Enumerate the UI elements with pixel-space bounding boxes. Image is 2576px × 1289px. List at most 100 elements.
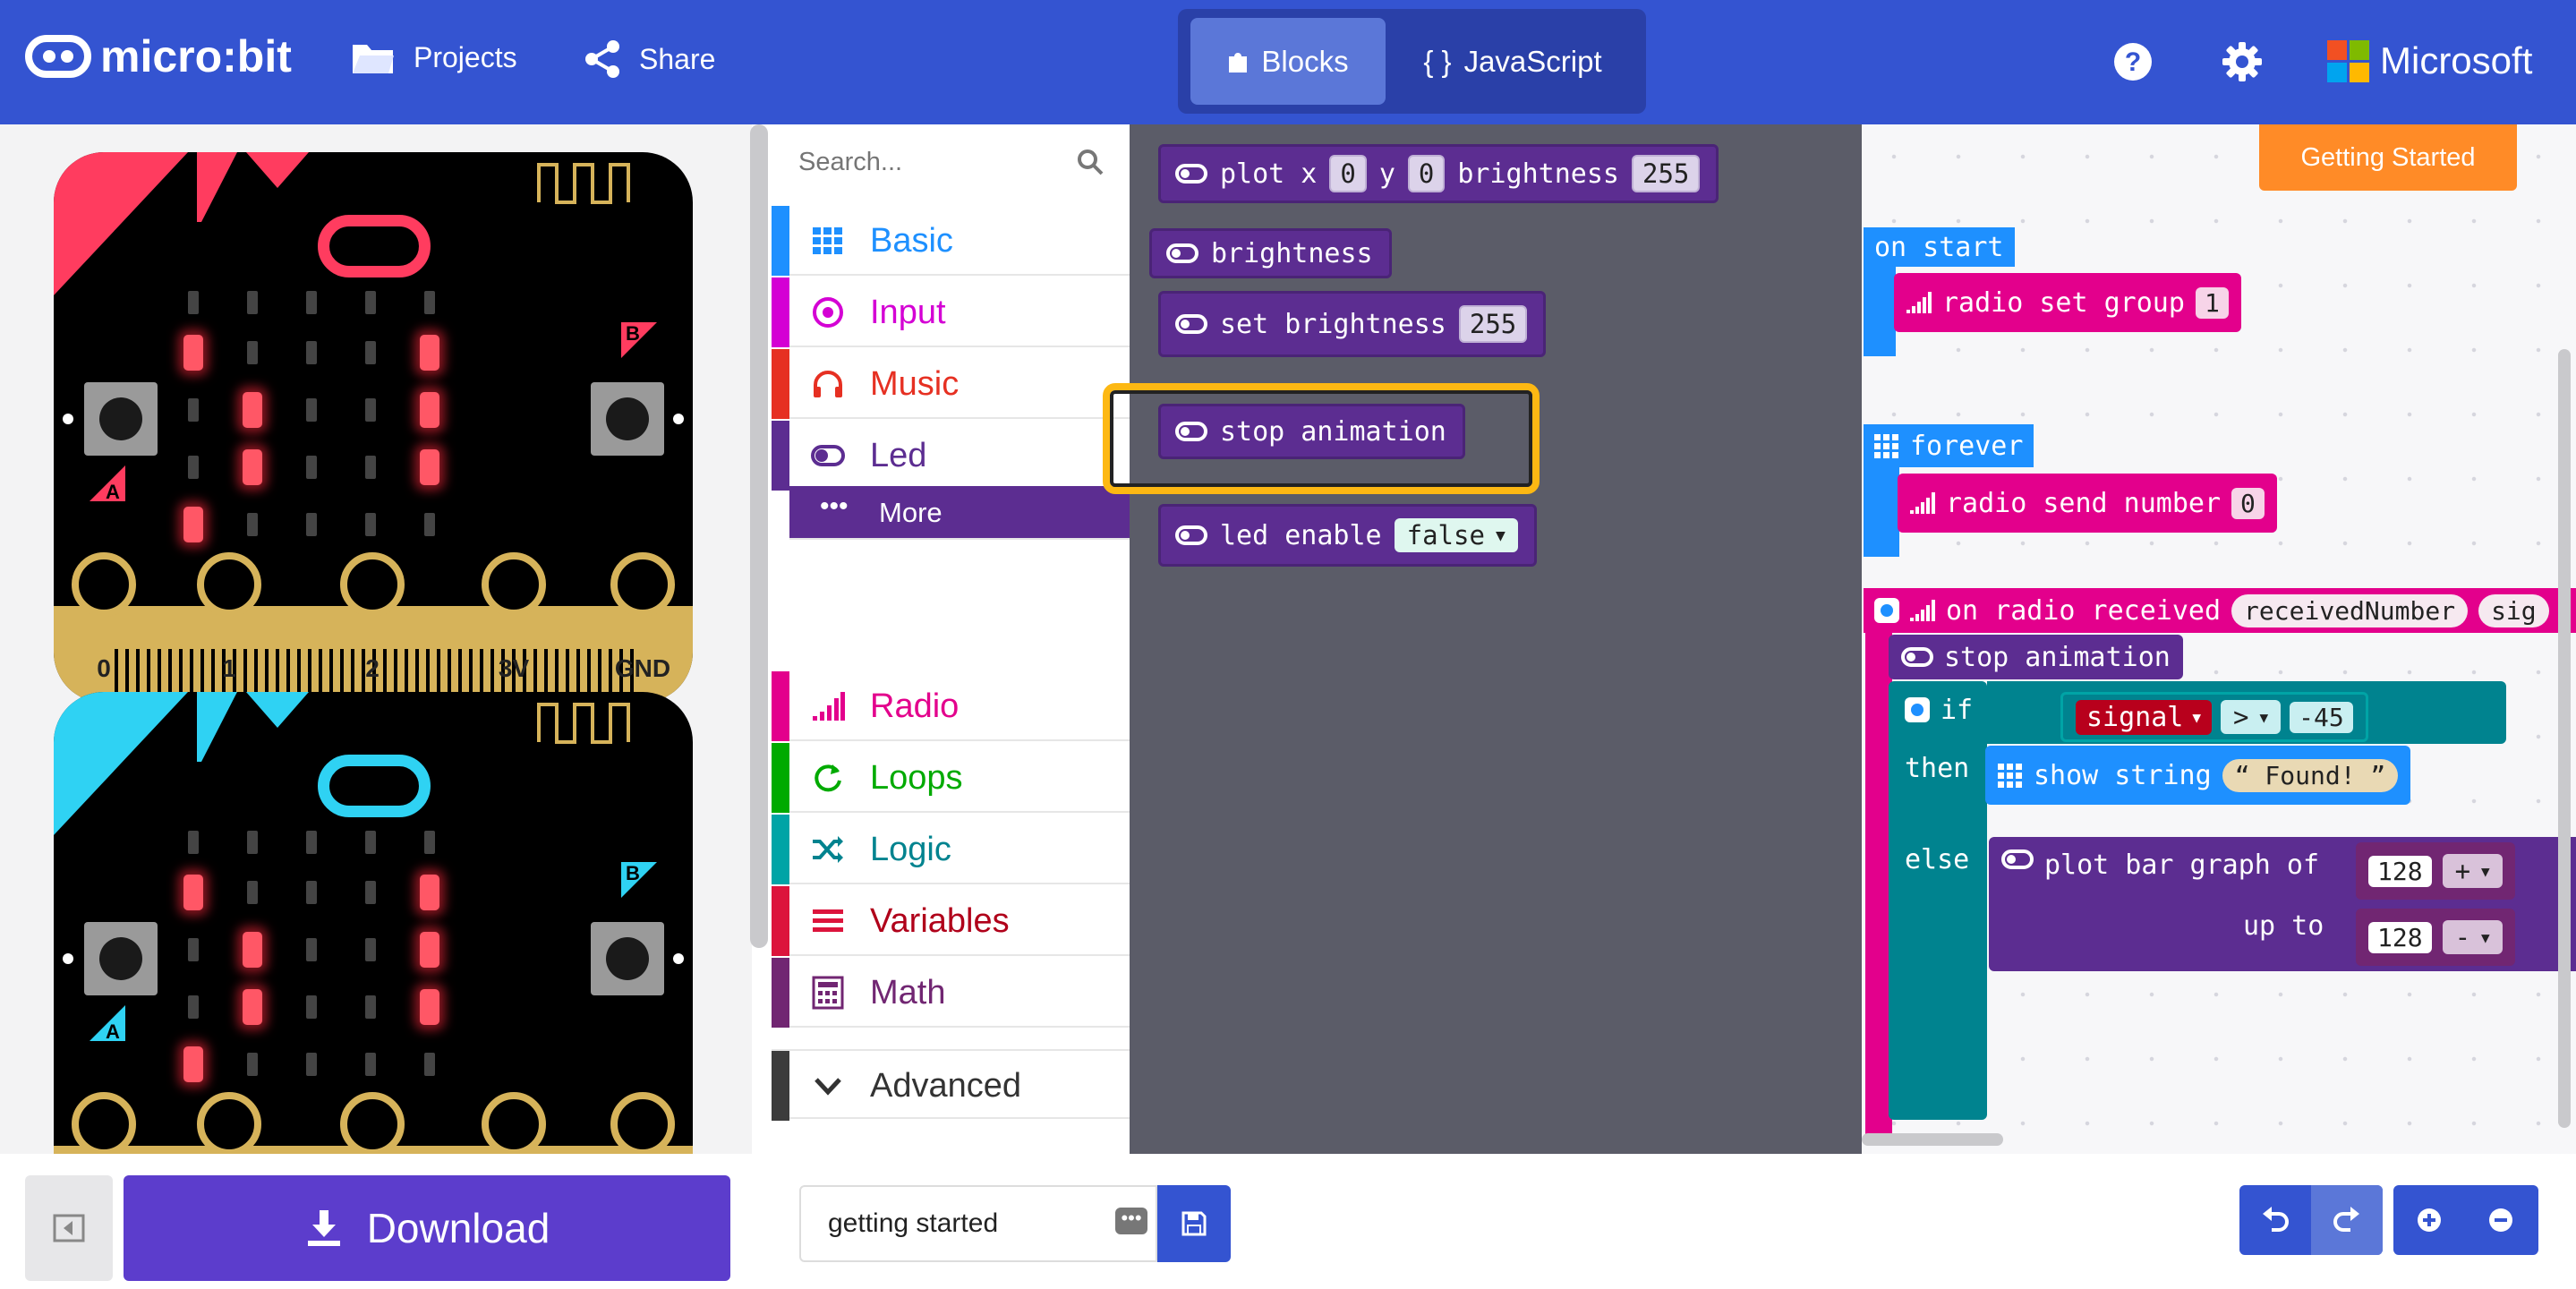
edge-connector: 0 1 2 3V GND [54, 552, 693, 703]
more-icon[interactable]: ••• [1115, 1208, 1147, 1234]
simulator-scrollbar[interactable] [750, 124, 768, 948]
collapse-simulator-button[interactable] [25, 1175, 113, 1281]
microbit-board-1[interactable]: A B 0 1 2 3V GND [54, 152, 693, 703]
category-math[interactable]: Math [772, 958, 1130, 1028]
undo-button[interactable] [2239, 1185, 2311, 1255]
stop-animation-block[interactable]: stop animation [1889, 635, 2183, 679]
tab-javascript[interactable]: { } JavaScript [1393, 18, 1633, 105]
pin-0[interactable] [72, 1092, 136, 1154]
category-music[interactable]: Music [772, 349, 1130, 419]
radio-group-value[interactable]: 1 [2195, 286, 2229, 319]
button-a[interactable] [84, 382, 158, 456]
led-enable-dropdown[interactable]: false ▼ [1394, 518, 1518, 552]
projects-button[interactable]: Projects [351, 39, 517, 75]
category-variables[interactable]: Variables [772, 886, 1130, 956]
category-led[interactable]: Led [772, 421, 1130, 491]
led-pixel-off [188, 291, 199, 314]
category-logic[interactable]: Logic [772, 815, 1130, 884]
threshold-value[interactable]: -45 [2290, 701, 2353, 733]
getting-started-button[interactable]: Getting Started [2259, 124, 2517, 191]
math-op-dropdown[interactable]: + ▼ [2442, 854, 2503, 888]
zoom-in-button[interactable] [2393, 1185, 2465, 1255]
button-b[interactable] [591, 922, 664, 995]
signal-variable[interactable]: signal ▼ [2076, 699, 2213, 735]
math-op-dropdown[interactable]: - ▼ [2442, 920, 2503, 954]
led-pixel-off [247, 291, 258, 314]
show-string-block[interactable]: show string “ Found! ” [1985, 746, 2411, 805]
plot-value-2[interactable]: 128 [2368, 921, 2432, 953]
pin-0[interactable] [72, 552, 136, 617]
pin-3v[interactable] [482, 552, 546, 617]
set-brightness-value[interactable]: 255 [1458, 305, 1528, 343]
zoom-out-button[interactable] [2465, 1185, 2537, 1255]
set-brightness-block[interactable]: set brightness 255 [1158, 291, 1547, 357]
plot-y-value[interactable]: 0 [1407, 155, 1446, 192]
search-icon[interactable] [1076, 148, 1105, 176]
button-a[interactable] [84, 922, 158, 995]
led-pixel-on [183, 507, 203, 542]
operator-dropdown[interactable]: > ▼ [2221, 700, 2282, 734]
zoom-in-icon [2418, 1208, 2441, 1232]
pin-1[interactable] [197, 1092, 261, 1154]
redo-button[interactable] [2311, 1185, 2383, 1255]
category-radio[interactable]: Radio [772, 671, 1130, 741]
math-subtract-block[interactable]: 128 - ▼ [2356, 909, 2515, 966]
category-input[interactable]: Input [772, 277, 1130, 347]
pin-1[interactable] [197, 552, 261, 617]
radio-send-number-block[interactable]: radio send number 0 [1898, 474, 2277, 533]
category-basic[interactable]: Basic [772, 206, 1130, 276]
pin-2[interactable] [340, 552, 405, 617]
project-name-input[interactable] [799, 1185, 1157, 1262]
led-pixel-off [247, 881, 258, 904]
gear-icon[interactable] [2222, 41, 2263, 82]
pin-gnd[interactable] [610, 552, 675, 617]
string-value[interactable]: “ Found! ” [2222, 758, 2399, 792]
plot-value-1[interactable]: 128 [2368, 855, 2432, 887]
help-icon[interactable]: ? [2112, 41, 2154, 82]
toggle-icon [1175, 314, 1207, 334]
received-number-param[interactable]: receivedNumber [2231, 593, 2469, 627]
led-pixel-off [247, 513, 258, 536]
pin-gnd[interactable] [610, 1092, 675, 1154]
microbit-logo[interactable]: micro:bit [25, 30, 292, 82]
blocks-workspace[interactable]: on start radio set group 1 forever radio… [1862, 124, 2576, 1154]
led-pixel-on [183, 1046, 203, 1082]
pin-3v[interactable] [482, 1092, 546, 1154]
plot-block[interactable]: plot x 0 y 0 brightness 255 [1158, 144, 1719, 203]
button-b[interactable] [591, 382, 664, 456]
pin-2[interactable] [340, 1092, 405, 1154]
on-start-block[interactable]: on start [1864, 227, 2015, 267]
save-button[interactable] [1157, 1185, 1231, 1262]
zoom-out-icon [2489, 1208, 2512, 1232]
board-corner-stripes [54, 692, 309, 835]
workspace-vertical-scrollbar[interactable] [2558, 349, 2571, 1128]
if-else-block[interactable] [1889, 681, 1987, 1120]
led-pixel-off [188, 995, 199, 1019]
forever-block[interactable]: forever [1864, 424, 2034, 467]
tab-blocks[interactable]: Blocks [1190, 18, 1386, 105]
workspace-horizontal-scrollbar[interactable] [1862, 1133, 2003, 1146]
microbit-board-2[interactable]: A B [54, 692, 693, 1154]
radio-set-group-block[interactable]: radio set group 1 [1894, 273, 2241, 332]
math-add-block[interactable]: 128 + ▼ [2356, 842, 2515, 900]
download-button[interactable]: Download [124, 1175, 730, 1281]
category-loops[interactable]: Loops [772, 743, 1130, 813]
led-enable-block[interactable]: led enable false ▼ [1158, 504, 1537, 567]
settings-gear-icon[interactable] [1905, 697, 1930, 722]
share-button[interactable]: Share [584, 39, 715, 79]
category-label: Advanced [870, 1067, 1022, 1105]
brightness-block[interactable]: brightness [1149, 228, 1392, 278]
category-led-more[interactable]: ••• More [789, 486, 1147, 540]
category-advanced[interactable]: Advanced [772, 1049, 1130, 1121]
radio-send-value[interactable]: 0 [2231, 487, 2265, 519]
led-pixel-off [365, 456, 376, 479]
settings-gear-icon[interactable] [1874, 598, 1899, 623]
code-braces-icon: { } [1423, 44, 1452, 78]
plot-x-value[interactable]: 0 [1329, 155, 1367, 192]
signal-param[interactable]: sig [2478, 593, 2549, 627]
on-radio-received-block[interactable]: on radio received receivedNumber sig [1864, 588, 2576, 633]
microsoft-logo[interactable]: Microsoft [2327, 39, 2532, 82]
plot-brightness-value[interactable]: 255 [1632, 155, 1701, 192]
search-input[interactable] [798, 144, 1067, 180]
comparison-block[interactable]: signal ▼ > ▼ -45 [2060, 692, 2368, 742]
